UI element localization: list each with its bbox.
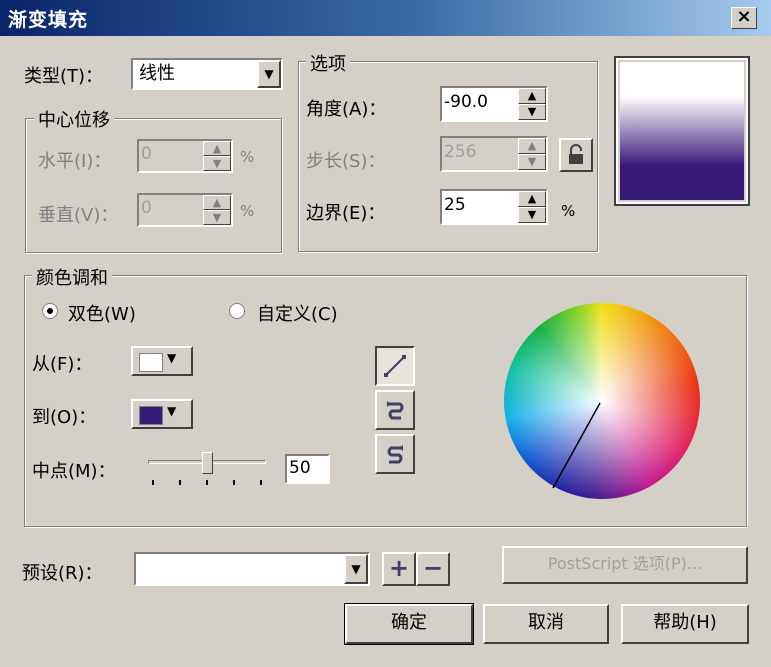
counterclockwise-blend-icon xyxy=(387,401,404,420)
close-button[interactable]: × xyxy=(731,7,757,29)
slider-tick xyxy=(260,480,262,485)
spin-down-icon[interactable]: ▼ xyxy=(203,156,231,171)
edge-unit: % xyxy=(561,202,576,220)
spin-up-icon[interactable]: ▲ xyxy=(518,191,546,207)
presets-label: 预设(R)： xyxy=(22,563,103,584)
edge-spinner[interactable]: ▲ ▼ xyxy=(518,191,546,223)
title-bar[interactable]: 渐变填充 × xyxy=(0,0,771,36)
presets-dropdown-button[interactable]: ▼ xyxy=(344,554,368,584)
clockwise-blend-icon xyxy=(387,445,403,464)
two-color-label[interactable]: 双色(W) xyxy=(68,300,136,326)
help-label: 帮助(H) xyxy=(653,612,717,633)
spin-down-icon[interactable]: ▼ xyxy=(518,207,546,223)
type-dropdown-button[interactable]: ▼ xyxy=(257,60,281,88)
dialog-title: 渐变填充 xyxy=(8,9,89,31)
from-color-swatch xyxy=(139,353,163,372)
midpoint-slider[interactable] xyxy=(148,450,266,490)
remove-preset-button[interactable]: − xyxy=(416,552,450,586)
midpoint-input[interactable]: 50 xyxy=(285,454,330,484)
horizontal-spinner[interactable]: ▲ ▼ xyxy=(203,141,231,171)
ok-button[interactable]: 确定 xyxy=(344,603,474,645)
lock-icon xyxy=(569,144,583,164)
gradient-preview xyxy=(614,56,750,206)
color-blend-legend: 颜色调和 xyxy=(32,264,112,290)
slider-tick xyxy=(152,480,154,485)
two-color-radio[interactable] xyxy=(42,303,58,319)
color-wheel[interactable] xyxy=(503,302,701,500)
cancel-label: 取消 xyxy=(528,612,564,633)
dropdown-arrow-icon: ▼ xyxy=(167,351,177,365)
midpoint-value: 50 xyxy=(289,458,311,478)
type-select[interactable]: 线性 ▼ xyxy=(131,58,283,90)
slider-tick xyxy=(206,480,208,485)
steps-value: 256 xyxy=(444,142,477,162)
angle-spinner[interactable]: ▲ ▼ xyxy=(518,88,546,120)
edge-value: 25 xyxy=(444,195,466,215)
midpoint-label: 中点(M)： xyxy=(32,461,116,482)
options-legend: 选项 xyxy=(306,50,350,76)
steps-label: 步长(S)： xyxy=(306,151,386,172)
from-color-button[interactable]: ▼ xyxy=(131,346,193,376)
close-icon: × xyxy=(736,6,752,27)
edge-label: 边界(E)： xyxy=(306,203,386,224)
angle-label: 角度(A)： xyxy=(306,99,387,120)
type-label: 类型(T)： xyxy=(24,66,104,87)
radio-dot xyxy=(47,308,53,314)
plus-icon: + xyxy=(388,554,410,582)
ok-label: 确定 xyxy=(391,612,427,633)
steps-spinner[interactable]: ▲ ▼ xyxy=(518,138,546,170)
minus-icon: − xyxy=(422,554,444,582)
dropdown-arrow-icon: ▼ xyxy=(167,404,177,418)
add-preset-button[interactable]: + xyxy=(382,552,416,586)
from-label: 从(F)： xyxy=(32,354,93,375)
horizontal-unit: % xyxy=(240,148,255,166)
spin-up-icon[interactable]: ▲ xyxy=(518,138,546,154)
horizontal-label: 水平(I)： xyxy=(38,151,112,172)
linear-blend-button[interactable] xyxy=(375,346,415,386)
spin-down-icon[interactable]: ▼ xyxy=(518,104,546,120)
dropdown-arrow-icon: ▼ xyxy=(264,67,274,81)
spin-down-icon[interactable]: ▼ xyxy=(518,154,546,170)
linear-blend-icon xyxy=(384,355,406,377)
to-color-swatch xyxy=(139,406,163,425)
vertical-unit: % xyxy=(240,202,255,220)
spin-down-icon[interactable]: ▼ xyxy=(203,210,231,225)
vertical-label: 垂直(V)： xyxy=(38,205,119,226)
vertical-spinner[interactable]: ▲ ▼ xyxy=(203,195,231,225)
vertical-value: 0 xyxy=(141,198,152,218)
slider-tick xyxy=(179,480,181,485)
spin-up-icon[interactable]: ▲ xyxy=(518,88,546,104)
to-color-button[interactable]: ▼ xyxy=(131,399,193,429)
cancel-button[interactable]: 取消 xyxy=(483,604,609,644)
center-offset-legend: 中心位移 xyxy=(34,106,114,132)
custom-radio[interactable] xyxy=(229,303,245,319)
angle-value: -90.0 xyxy=(444,92,488,112)
to-label: 到(O)： xyxy=(32,407,97,428)
type-select-value: 线性 xyxy=(139,63,175,84)
spin-up-icon[interactable]: ▲ xyxy=(203,195,231,210)
presets-select[interactable]: ▼ xyxy=(134,552,370,586)
help-button[interactable]: 帮助(H) xyxy=(621,604,749,644)
slider-tick xyxy=(233,480,235,485)
postscript-options-label: PostScript 选项(P)... xyxy=(547,554,703,573)
steps-lock-button[interactable] xyxy=(559,138,593,172)
counterclockwise-blend-button[interactable] xyxy=(375,390,415,430)
dropdown-arrow-icon: ▼ xyxy=(351,562,361,576)
slider-thumb[interactable] xyxy=(202,452,213,474)
custom-label[interactable]: 自定义(C) xyxy=(257,300,338,326)
horizontal-value: 0 xyxy=(141,144,152,164)
spin-up-icon[interactable]: ▲ xyxy=(203,141,231,156)
gradient-fill-dialog: 渐变填充 × 类型(T)： 线性 ▼ 中心位移 水平(I)： 0 ▲ ▼ % 垂… xyxy=(0,0,771,667)
postscript-options-button[interactable]: PostScript 选项(P)... xyxy=(502,546,748,584)
color-wheel-lightness xyxy=(504,303,700,499)
gradient-preview-fill xyxy=(620,62,744,200)
clockwise-blend-button[interactable] xyxy=(375,434,415,474)
